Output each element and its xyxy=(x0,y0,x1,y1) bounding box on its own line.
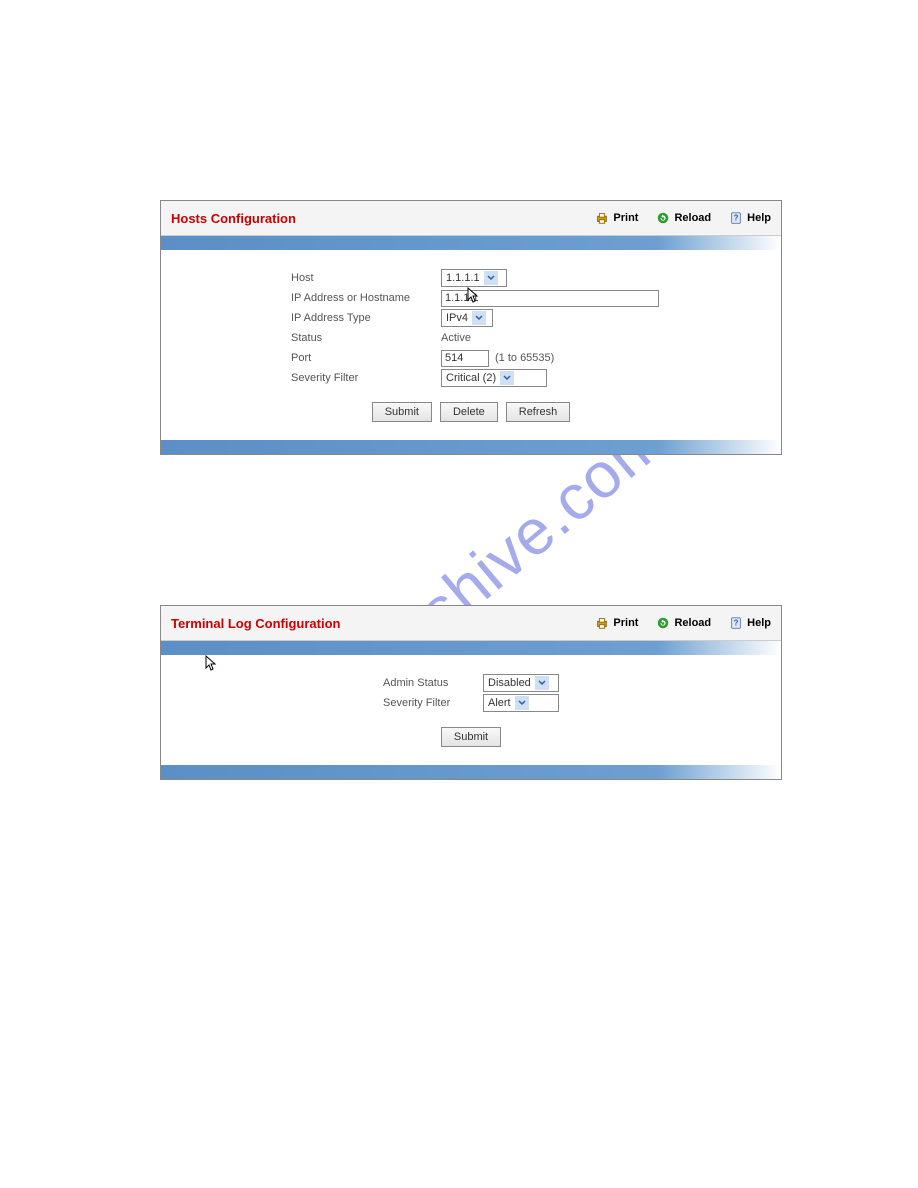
ip-type-label: IP Address Type xyxy=(291,312,441,324)
panel-title: Hosts Configuration xyxy=(171,211,595,226)
help-icon: ? xyxy=(729,616,743,630)
panel-header: Hosts Configuration Print Reload ? xyxy=(161,201,781,236)
host-select-value: 1.1.1.1 xyxy=(446,272,480,284)
chevron-down-icon xyxy=(484,271,498,285)
ip-type-value: IPv4 xyxy=(446,312,468,324)
print-button[interactable]: Print xyxy=(595,616,638,630)
divider-bar xyxy=(161,641,781,655)
toolbar: Print Reload ? Help xyxy=(595,211,771,225)
chevron-down-icon xyxy=(472,311,486,325)
terminal-log-panel: Terminal Log Configuration Print Reload xyxy=(160,605,782,780)
print-label: Print xyxy=(613,617,638,629)
reload-button[interactable]: Reload xyxy=(656,616,711,630)
refresh-button[interactable]: Refresh xyxy=(506,402,571,422)
panel-header: Terminal Log Configuration Print Reload xyxy=(161,606,781,641)
print-icon xyxy=(595,616,609,630)
host-select[interactable]: 1.1.1.1 xyxy=(441,269,507,287)
print-label: Print xyxy=(613,212,638,224)
panel-title: Terminal Log Configuration xyxy=(171,616,595,631)
admin-status-label: Admin Status xyxy=(383,677,483,689)
help-label: Help xyxy=(747,212,771,224)
status-label: Status xyxy=(291,332,441,344)
button-row: Submit xyxy=(161,713,781,753)
chevron-down-icon xyxy=(500,371,514,385)
severity-select[interactable]: Critical (2) xyxy=(441,369,547,387)
cursor-icon xyxy=(467,287,479,305)
svg-text:?: ? xyxy=(734,214,739,223)
submit-button[interactable]: Submit xyxy=(441,727,501,747)
button-row: Submit Delete Refresh xyxy=(161,388,781,428)
reload-label: Reload xyxy=(674,212,711,224)
hosts-config-panel: Hosts Configuration Print Reload ? xyxy=(160,200,782,455)
port-label: Port xyxy=(291,352,441,364)
severity-value: Critical (2) xyxy=(446,372,496,384)
help-button[interactable]: ? Help xyxy=(729,616,771,630)
port-hint: (1 to 65535) xyxy=(495,352,554,364)
ip-type-select[interactable]: IPv4 xyxy=(441,309,493,327)
divider-bar xyxy=(161,440,781,454)
status-value: Active xyxy=(441,332,471,344)
form-area: Admin Status Disabled Severity Filter Al… xyxy=(161,655,781,765)
host-label: Host xyxy=(291,272,441,284)
print-button[interactable]: Print xyxy=(595,211,638,225)
admin-status-select[interactable]: Disabled xyxy=(483,674,559,692)
ip-hostname-label: IP Address or Hostname xyxy=(291,292,441,304)
reload-label: Reload xyxy=(674,617,711,629)
severity-select[interactable]: Alert xyxy=(483,694,559,712)
divider-bar xyxy=(161,236,781,250)
reload-icon xyxy=(656,616,670,630)
severity-value: Alert xyxy=(488,697,511,709)
submit-button[interactable]: Submit xyxy=(372,402,432,422)
help-label: Help xyxy=(747,617,771,629)
admin-status-value: Disabled xyxy=(488,677,531,689)
help-icon: ? xyxy=(729,211,743,225)
delete-button[interactable]: Delete xyxy=(440,402,498,422)
reload-icon xyxy=(656,211,670,225)
reload-button[interactable]: Reload xyxy=(656,211,711,225)
print-icon xyxy=(595,211,609,225)
port-input[interactable] xyxy=(441,350,489,367)
severity-label: Severity Filter xyxy=(291,372,441,384)
cursor-icon xyxy=(205,655,217,673)
form-area: Host 1.1.1.1 IP Address or Hostname IP A… xyxy=(161,250,781,440)
toolbar: Print Reload ? Help xyxy=(595,616,771,630)
severity-label: Severity Filter xyxy=(383,697,483,709)
chevron-down-icon xyxy=(515,696,529,710)
help-button[interactable]: ? Help xyxy=(729,211,771,225)
chevron-down-icon xyxy=(535,676,549,690)
divider-bar xyxy=(161,765,781,779)
svg-text:?: ? xyxy=(734,619,739,628)
